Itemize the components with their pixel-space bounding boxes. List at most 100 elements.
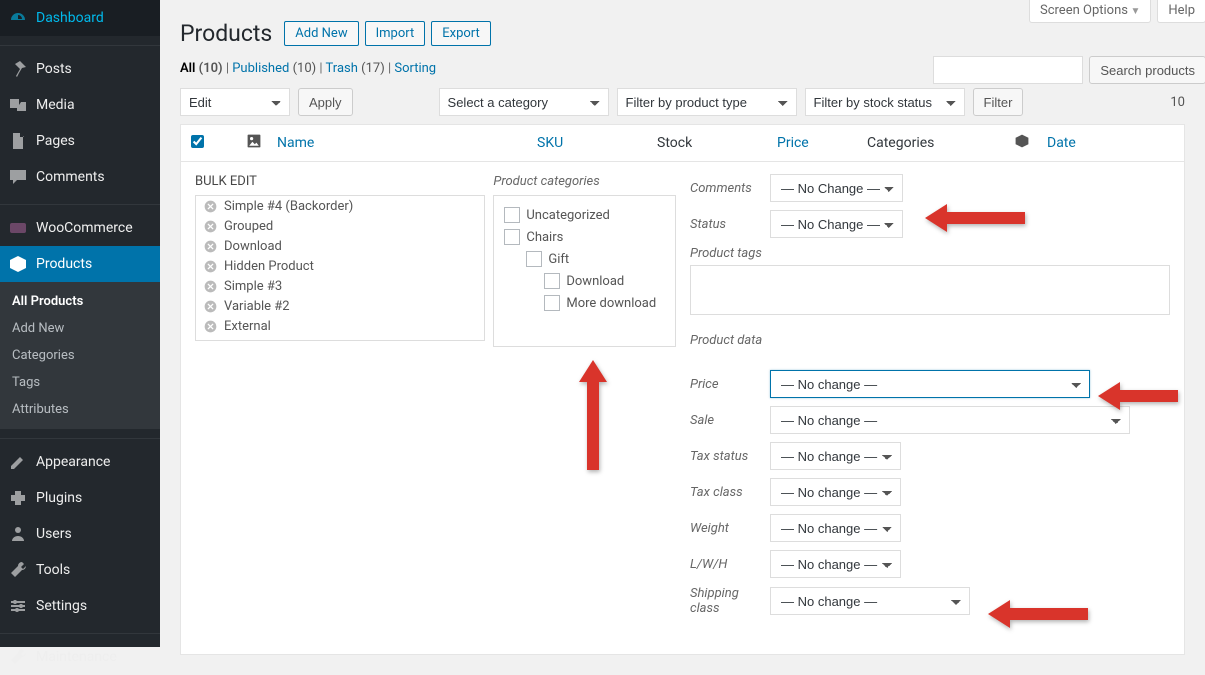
annotation-arrow-shipping xyxy=(988,596,1088,636)
sidebar-item-maintenance[interactable]: Maintenance xyxy=(0,639,160,675)
help-tab[interactable]: Help xyxy=(1157,0,1205,23)
sidebar-item-label: Comments xyxy=(36,169,105,185)
remove-icon[interactable] xyxy=(202,218,218,234)
submenu-tags[interactable]: Tags xyxy=(0,369,160,396)
submenu-add-new[interactable]: Add New xyxy=(0,315,160,342)
bulk-product-item[interactable]: Variable #1 xyxy=(196,336,484,341)
remove-icon[interactable] xyxy=(202,238,218,254)
category-item[interactable]: Uncategorized xyxy=(504,204,665,226)
lwh-select[interactable]: — No change — xyxy=(770,550,901,578)
sidebar-item-comments[interactable]: Comments xyxy=(0,159,160,195)
sidebar-item-posts[interactable]: Posts xyxy=(0,51,160,87)
product-tags-input[interactable] xyxy=(690,265,1170,315)
category-checkbox[interactable] xyxy=(544,273,560,289)
remove-icon[interactable] xyxy=(202,338,218,341)
category-checkbox[interactable] xyxy=(544,295,560,311)
tax-status-select[interactable]: — No change — xyxy=(770,442,901,470)
filter-published[interactable]: Published (10) xyxy=(232,61,316,76)
sidebar-item-tools[interactable]: Tools xyxy=(0,552,160,588)
sidebar-item-media[interactable]: Media xyxy=(0,87,160,123)
search-button[interactable]: Search products xyxy=(1089,56,1205,84)
annotation-arrow-categories xyxy=(575,360,611,474)
category-filter-select[interactable]: Select a category xyxy=(439,88,609,116)
submenu-categories[interactable]: Categories xyxy=(0,342,160,369)
sale-select[interactable]: — No change — xyxy=(770,406,1130,434)
category-checklist[interactable]: UncategorizedChairs Gift Download More down… xyxy=(493,195,676,347)
category-item[interactable]: More download xyxy=(504,292,665,314)
column-sku[interactable]: SKU xyxy=(537,135,657,151)
sidebar-item-pages[interactable]: Pages xyxy=(0,123,160,159)
price-select[interactable]: — No change — xyxy=(770,370,1090,398)
select-all-checkbox[interactable] xyxy=(191,135,204,148)
column-date[interactable]: Date xyxy=(1047,135,1107,151)
weight-select[interactable]: — No change — xyxy=(770,514,901,542)
search-input[interactable] xyxy=(933,56,1083,84)
sidebar-item-label: Users xyxy=(36,526,72,542)
dashboard-icon xyxy=(8,8,28,28)
category-item[interactable]: Gift xyxy=(504,248,665,270)
sidebar-item-label: Media xyxy=(36,97,75,113)
remove-icon[interactable] xyxy=(202,298,218,314)
bulk-product-item[interactable]: Variable #2 xyxy=(196,296,484,316)
bulk-product-item[interactable]: Simple #4 (Backorder) xyxy=(196,196,484,216)
category-item[interactable]: Download xyxy=(504,270,665,292)
bulk-product-item[interactable]: Simple #3 xyxy=(196,276,484,296)
filter-button[interactable]: Filter xyxy=(973,88,1024,116)
remove-icon[interactable] xyxy=(202,198,218,214)
bulk-product-name: Simple #3 xyxy=(224,279,282,294)
category-item[interactable]: Chairs xyxy=(504,226,665,248)
filter-all[interactable]: All (10) xyxy=(180,61,223,76)
search-box: Search products xyxy=(933,56,1205,84)
product-type-filter-select[interactable]: Filter by product type xyxy=(617,88,797,116)
category-checkbox[interactable] xyxy=(504,229,520,245)
sidebar-item-settings[interactable]: Settings xyxy=(0,588,160,624)
bulk-product-item[interactable]: Download xyxy=(196,236,484,256)
sidebar-item-plugins[interactable]: Plugins xyxy=(0,480,160,516)
bulk-product-name: Download xyxy=(224,239,282,254)
screen-options-tab[interactable]: Screen Options xyxy=(1029,0,1151,23)
sidebar-item-label: Tools xyxy=(36,562,70,578)
product-tags-label: Product tags xyxy=(690,246,1170,261)
remove-icon[interactable] xyxy=(202,258,218,274)
submenu-all-products[interactable]: All Products xyxy=(0,288,160,315)
import-button[interactable]: Import xyxy=(365,21,426,46)
tools-icon xyxy=(8,560,28,580)
category-label: More download xyxy=(566,296,656,311)
category-label: Gift xyxy=(548,252,569,267)
column-price[interactable]: Price xyxy=(777,135,867,151)
sidebar-item-products[interactable]: Products xyxy=(0,246,160,282)
page-heading: Products Add New Import Export xyxy=(180,20,1185,47)
sidebar-item-woocommerce[interactable]: WooCommerce xyxy=(0,210,160,246)
remove-icon[interactable] xyxy=(202,278,218,294)
sidebar-item-dashboard[interactable]: Dashboard xyxy=(0,0,160,36)
stock-status-filter-select[interactable]: Filter by stock status xyxy=(805,88,965,116)
remove-icon[interactable] xyxy=(202,318,218,334)
category-checkbox[interactable] xyxy=(504,207,520,223)
filter-trash[interactable]: Trash (17) xyxy=(326,61,385,76)
column-name[interactable]: Name xyxy=(277,135,537,151)
status-select[interactable]: — No Change — xyxy=(770,210,903,238)
apply-button[interactable]: Apply xyxy=(298,88,353,116)
submenu-attributes[interactable]: Attributes xyxy=(0,396,160,423)
export-button[interactable]: Export xyxy=(431,21,491,46)
filter-sorting[interactable]: Sorting xyxy=(394,61,436,76)
product-data-label: Product data xyxy=(690,333,1170,348)
bulk-product-item[interactable]: External xyxy=(196,316,484,336)
add-new-button[interactable]: Add New xyxy=(284,21,358,46)
annotation-arrow-status xyxy=(925,200,1025,240)
sidebar-item-appearance[interactable]: Appearance xyxy=(0,444,160,480)
comments-select[interactable]: — No Change — xyxy=(770,174,903,202)
tax-class-select[interactable]: — No change — xyxy=(770,478,901,506)
bulk-product-item[interactable]: Hidden Product xyxy=(196,256,484,276)
bulk-action-select[interactable]: Edit xyxy=(180,88,290,116)
sidebar-item-users[interactable]: Users xyxy=(0,516,160,552)
category-checkbox[interactable] xyxy=(526,251,542,267)
shipping-class-select[interactable]: — No change — xyxy=(770,587,970,615)
bulk-edit-title: BULK EDIT xyxy=(195,174,485,189)
bulk-product-name: External xyxy=(224,319,271,334)
comments-icon xyxy=(8,167,28,187)
sidebar-item-label: Settings xyxy=(36,598,87,614)
main-content: Screen Options Help Products Add New Imp… xyxy=(160,0,1205,647)
bulk-product-item[interactable]: Grouped xyxy=(196,216,484,236)
bulk-product-list[interactable]: Simple #4 (Backorder)Grouped Download Hidd… xyxy=(195,195,485,341)
